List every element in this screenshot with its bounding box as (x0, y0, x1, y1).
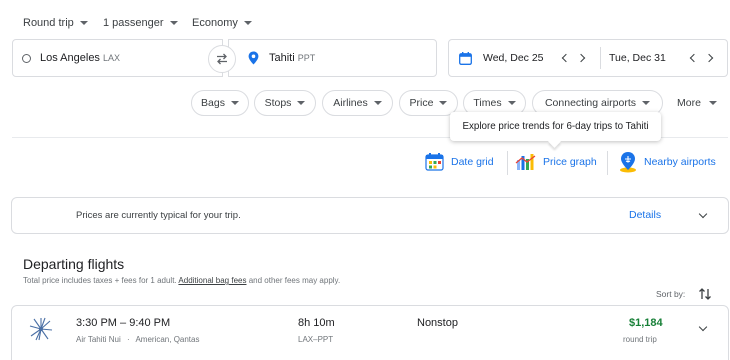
cabin-class-label: Economy (192, 17, 238, 29)
filter-chip-price[interactable]: Price (399, 90, 458, 116)
chevron-left-icon (689, 53, 699, 63)
trip-type-select[interactable]: Round trip (23, 14, 88, 32)
price-graph-button[interactable]: Price graph (515, 152, 597, 172)
sort-label: Sort by: (656, 289, 686, 299)
caret-down-icon (169, 21, 178, 25)
flight-result-row[interactable]: 3:30 PM – 9:40 PM Air Tahiti Nui · Ameri… (11, 305, 729, 360)
swap-button[interactable] (208, 45, 236, 73)
chip-label: Times (473, 97, 502, 109)
flight-airlines: Air Tahiti Nui · American, Qantas (76, 335, 199, 344)
bag-fees-link[interactable]: Additional bag fees (178, 276, 246, 285)
price-type: round trip (623, 335, 657, 344)
results-note: Total price includes taxes + fees for 1 … (23, 276, 340, 285)
origin-field[interactable]: Los Angeles LAX (12, 39, 223, 77)
sort-button[interactable] (697, 286, 713, 302)
airline-name: Air Tahiti Nui (76, 335, 121, 344)
chip-label: Connecting airports (544, 97, 637, 109)
chevron-down-icon[interactable] (698, 209, 708, 219)
passengers-select[interactable]: 1 passenger (103, 14, 178, 32)
separator-dot: · (127, 335, 130, 344)
destination-city: Tahiti (269, 52, 295, 64)
passengers-label: 1 passenger (103, 17, 164, 29)
depart-prev-button[interactable] (560, 53, 571, 63)
nearby-airports-label: Nearby airports (644, 156, 716, 168)
flight-price: $1,184 (629, 317, 663, 329)
flight-stops: Nonstop (417, 317, 458, 329)
filter-chip-airlines[interactable]: Airlines (322, 90, 393, 116)
filter-chip-bags[interactable]: Bags (191, 90, 249, 116)
depart-date-field[interactable]: Wed, Dec 25 (459, 40, 544, 76)
chip-label: Price (409, 97, 434, 109)
tool-divider (507, 151, 508, 175)
origin-city: Los Angeles (40, 52, 100, 64)
more-filters-button[interactable]: More (677, 90, 717, 116)
caret-down-icon (230, 101, 239, 105)
destination-field[interactable]: Tahiti PPT (228, 39, 437, 77)
flight-route: LAX–PPT (298, 335, 334, 344)
nearby-airports-button[interactable]: Nearby airports (618, 152, 716, 173)
flight-times: 3:30 PM – 9:40 PM (76, 317, 171, 329)
calendar-icon (459, 51, 472, 65)
caret-down-icon (708, 101, 717, 105)
nearby-airports-icon (620, 152, 636, 173)
date-grid-icon (425, 153, 444, 171)
caret-down-icon (373, 101, 382, 105)
origin-circle-icon (22, 53, 31, 63)
chip-label: Airlines (333, 97, 368, 109)
filter-chip-stops[interactable]: Stops (254, 90, 316, 116)
caret-down-icon (439, 101, 448, 105)
chevron-right-icon (704, 53, 714, 63)
air-tahiti-nui-logo-icon (29, 317, 53, 341)
chevron-left-icon (561, 53, 571, 63)
date-grid-button[interactable]: Date grid (425, 152, 494, 172)
return-date-field[interactable]: Tue, Dec 31 (609, 40, 666, 76)
caret-down-icon (507, 101, 516, 105)
price-graph-tooltip: Explore price trends for 6-day trips to … (450, 112, 661, 141)
swap-arrows-icon (217, 53, 227, 65)
depart-next-button[interactable] (576, 53, 587, 63)
sort-arrows-icon (699, 288, 711, 300)
destination-code: PPT (297, 53, 316, 63)
results-title: Departing flights (23, 256, 125, 272)
chevron-down-icon[interactable] (698, 322, 708, 332)
partner-airlines: American, Qantas (135, 335, 200, 344)
note-suffix: and other fees may apply. (248, 276, 341, 285)
caret-down-icon (297, 101, 306, 105)
return-prev-button[interactable] (688, 53, 699, 63)
caret-down-icon (243, 21, 252, 25)
date-grid-label: Date grid (451, 156, 494, 168)
trip-type-label: Round trip (23, 17, 74, 29)
origin-code: LAX (102, 53, 120, 63)
location-pin-icon (248, 51, 259, 65)
details-link[interactable]: Details (629, 209, 661, 221)
cabin-class-select[interactable]: Economy (192, 14, 252, 32)
flight-duration: 8h 10m (298, 317, 335, 329)
price-graph-icon (515, 154, 536, 170)
return-date: Tue, Dec 31 (609, 52, 666, 64)
more-label: More (677, 97, 701, 109)
price-insight-text: Prices are currently typical for your tr… (76, 210, 241, 221)
tool-divider (607, 151, 608, 175)
price-graph-label: Price graph (543, 156, 597, 168)
date-divider (600, 47, 601, 69)
chevron-right-icon (576, 53, 586, 63)
price-insight-banner: Prices are currently typical for your tr… (11, 197, 729, 234)
chip-label: Bags (201, 97, 225, 109)
depart-date: Wed, Dec 25 (483, 52, 544, 64)
tooltip-text: Explore price trends for 6-day trips to … (462, 121, 649, 132)
note-prefix: Total price includes taxes + fees for 1 … (23, 276, 177, 285)
dates-field: Wed, Dec 25 Tue, Dec 31 (448, 39, 728, 77)
caret-down-icon (79, 21, 88, 25)
chip-label: Stops (264, 97, 292, 109)
caret-down-icon (642, 101, 651, 105)
return-next-button[interactable] (704, 53, 715, 63)
